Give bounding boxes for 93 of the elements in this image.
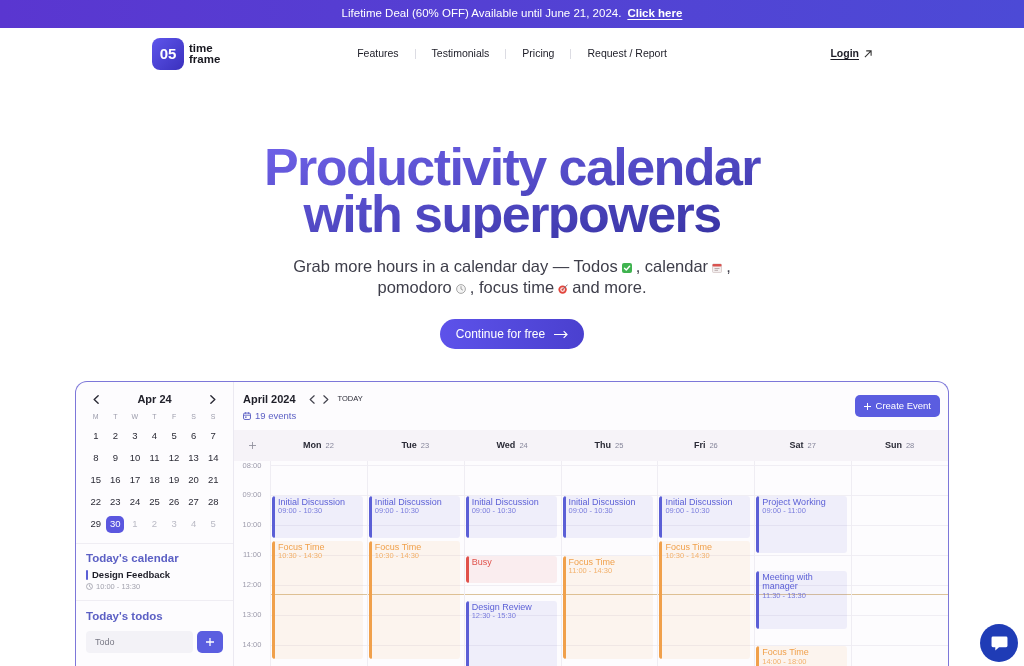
chat-button[interactable]	[980, 624, 1018, 662]
tagline-text: Grab more hours in a calendar day — Todos	[293, 257, 618, 275]
tagline-text: pomodoro	[377, 278, 452, 296]
tagline-text: , calendar	[635, 257, 709, 275]
section-title: Today's calendar	[86, 551, 180, 566]
plus-icon	[863, 402, 871, 410]
calendar-day[interactable]: 15	[86, 471, 105, 489]
event-title: Project Working	[762, 497, 827, 507]
nav-link[interactable]: Features	[357, 46, 399, 62]
target-icon	[558, 284, 569, 294]
calendar-day[interactable]: 11	[145, 449, 164, 467]
chevron-right-icon[interactable]	[322, 394, 329, 404]
event-title: Initial Discussion	[471, 497, 540, 508]
event-title: Initial Discussion	[278, 497, 347, 508]
calendar-month: April 2024	[243, 391, 296, 407]
calendar-day[interactable]: 1	[86, 427, 105, 445]
tagline-text: and more.	[572, 278, 647, 296]
calendar-day[interactable]: 30	[106, 515, 125, 533]
day-name: Fri	[693, 438, 706, 452]
day-name: Sun	[884, 438, 902, 452]
logo-mark[interactable]: 05	[152, 38, 184, 70]
day-name: Tue	[401, 438, 417, 452]
day-name: Sat	[789, 438, 804, 452]
nav-link[interactable]: Pricing	[522, 46, 555, 62]
calendar-day[interactable]: 27	[184, 493, 203, 511]
calendar-day[interactable]: 3	[125, 427, 144, 445]
arrow-up-right-icon[interactable]	[864, 50, 872, 58]
calendar-day[interactable]: 23	[106, 493, 125, 511]
day-name: Wed	[496, 438, 516, 452]
calendar-day[interactable]: 24	[125, 493, 144, 511]
chat-bubble-icon	[990, 635, 1008, 651]
section-title: Today's todos	[86, 609, 164, 624]
calendar-icon	[243, 412, 251, 420]
calendar-day[interactable]: 2	[106, 427, 125, 445]
calendar-day[interactable]: 28	[204, 493, 223, 511]
tagline-text: ,	[726, 257, 731, 275]
calendar-day[interactable]: 20	[184, 471, 203, 489]
calendar-day[interactable]: 29	[86, 515, 105, 533]
check-mark-icon	[621, 263, 632, 273]
chevron-left-icon[interactable]	[308, 394, 315, 404]
event-title: Focus Time	[568, 557, 617, 568]
calendar-day[interactable]: 25	[145, 493, 164, 511]
plus-icon	[206, 638, 214, 646]
event-title: Initial Discussion	[568, 497, 637, 508]
event-count: 19 events	[255, 408, 297, 423]
add-todo-button[interactable]	[197, 631, 223, 653]
calendar-icon	[712, 263, 723, 273]
nav-link[interactable]: Request / Report	[587, 46, 667, 62]
nav-link[interactable]: Testimonials	[431, 46, 490, 62]
tagline-text: , focus time	[469, 278, 555, 296]
event-title: Meeting with manager	[762, 572, 814, 592]
todo-input[interactable]: Todo	[86, 631, 193, 653]
event-title: Design Feedback	[92, 567, 171, 582]
event-title: Focus Time	[665, 542, 713, 553]
calendar-day[interactable]: 6	[184, 427, 203, 445]
clock-icon	[86, 583, 93, 590]
login-link[interactable]: Login	[830, 46, 859, 62]
promo-link[interactable]: Click here	[627, 5, 683, 23]
event-title: Initial Discussion	[374, 497, 443, 508]
event-title: Focus Time	[278, 542, 326, 553]
calendar-day[interactable]: 12	[165, 449, 184, 467]
continue-button[interactable]: Continue for free	[439, 319, 585, 349]
calendar-day[interactable]: 21	[204, 471, 223, 489]
promo-text: Lifetime Deal (60% OFF) Available until June 21, 2024.	[341, 6, 622, 22]
calendar-day[interactable]: 13	[184, 449, 203, 467]
calendar-day[interactable]: 16	[106, 471, 125, 489]
calendar-day[interactable]: 7	[204, 427, 223, 445]
calendar-day[interactable]: 17	[125, 471, 144, 489]
calendar-day[interactable]: 9	[106, 449, 125, 467]
calendar-day[interactable]: 8	[86, 449, 105, 467]
calendar-day[interactable]: 19	[165, 471, 184, 489]
arrow-right-icon	[554, 329, 569, 339]
event-title: Focus Time	[374, 542, 423, 553]
day-name: Mon	[303, 438, 322, 452]
event-title: Design Review	[471, 602, 533, 613]
calendar-day[interactable]: 18	[145, 471, 164, 489]
calendar-day[interactable]: 14	[204, 449, 223, 467]
calendar-day[interactable]: 26	[165, 493, 184, 511]
logo-text[interactable]: time frame	[189, 43, 221, 65]
event-title: Focus Time	[762, 648, 810, 658]
day-name: Thu	[594, 438, 612, 452]
chevron-right-icon[interactable]	[210, 394, 216, 404]
calendar-day[interactable]: 4	[145, 427, 164, 445]
event-card[interactable]: Busy	[465, 555, 557, 584]
month-title: Apr 24	[137, 391, 172, 407]
create-event-button[interactable]: Create Event	[854, 395, 940, 417]
chevron-left-icon[interactable]	[93, 394, 99, 404]
calendar-day[interactable]: 10	[125, 449, 144, 467]
calendar-day[interactable]: 22	[86, 493, 105, 511]
event-title: Initial Discussion	[665, 497, 734, 508]
timer-icon	[455, 284, 466, 294]
event-title: Busy	[471, 557, 493, 568]
calendar-day[interactable]: 5	[165, 427, 184, 445]
